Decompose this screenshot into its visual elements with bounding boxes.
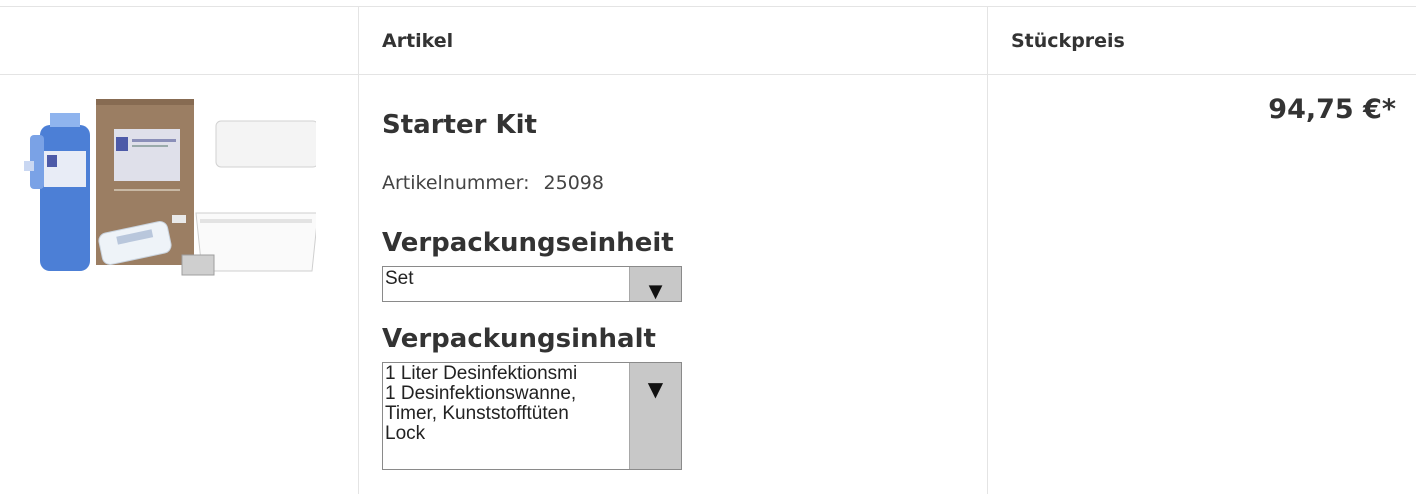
chevron-down-icon: ▼ bbox=[647, 377, 664, 401]
packaging-content-line: 1 Liter Desinfektionsmi bbox=[385, 364, 578, 384]
packaging-content-text: 1 Liter Desinfektionsmi 1 Desinfektionsw… bbox=[385, 364, 629, 444]
packaging-unit-label: Verpackungseinheit bbox=[382, 228, 674, 258]
column-divider-1 bbox=[358, 6, 359, 494]
article-number: Artikelnummer: 25098 bbox=[382, 172, 604, 194]
packaging-content-select[interactable]: 1 Liter Desinfektionsmi 1 Desinfektionsw… bbox=[382, 362, 682, 470]
product-kit-image[interactable] bbox=[24, 95, 316, 280]
table-top-border bbox=[0, 6, 1416, 7]
packaging-unit-dropdown-button[interactable]: ▼ bbox=[629, 267, 681, 302]
column-divider-2 bbox=[987, 6, 988, 494]
packaging-unit-select[interactable]: Set ▼ bbox=[382, 266, 682, 302]
column-header-unit-price: Stückpreis bbox=[1011, 30, 1125, 52]
unit-price: 94,75 €* bbox=[1268, 94, 1396, 125]
header-bottom-border bbox=[0, 74, 1416, 75]
packaging-content-line: Timer, Kunststofftüten bbox=[385, 403, 569, 424]
packaging-content-dropdown-button[interactable]: ▼ bbox=[629, 363, 681, 469]
chevron-down-icon: ▼ bbox=[648, 281, 663, 302]
article-number-label: Artikelnummer: bbox=[382, 172, 530, 194]
product-title[interactable]: Starter Kit bbox=[382, 110, 537, 140]
packaging-content-label: Verpackungsinhalt bbox=[382, 324, 656, 354]
column-header-article: Artikel bbox=[382, 30, 454, 52]
packaging-content-line: 1 Desinfektionswanne, bbox=[385, 383, 577, 404]
article-number-value: 25098 bbox=[543, 172, 604, 194]
packaging-unit-selected: Set bbox=[385, 268, 414, 289]
packaging-content-line: Lock bbox=[385, 423, 426, 444]
